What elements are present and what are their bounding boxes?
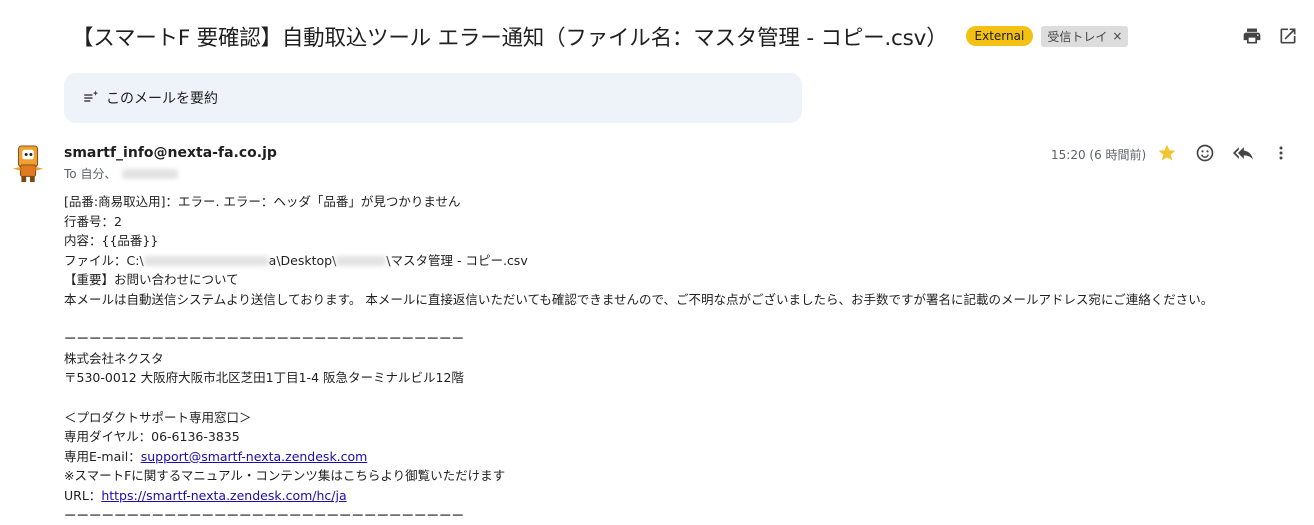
open-in-new-icon[interactable]: [1278, 26, 1298, 50]
file-prefix: ファイル：C:\: [64, 252, 144, 268]
reply-all-icon[interactable]: [1233, 143, 1253, 167]
support-email-line: 専用E-mail：support@smartf-nexta.zendesk.co…: [64, 447, 1213, 467]
recipient-redacted: [122, 168, 179, 179]
print-icon[interactable]: [1242, 26, 1262, 50]
inbox-label: 受信トレイ ×: [1041, 25, 1129, 47]
company-name: 株式会社ネクスタ: [64, 350, 164, 366]
company-address: 〒530-0012 大阪府大阪市北区芝田1丁目1-4 阪急ターミナルビル12階: [64, 370, 464, 386]
content-line: 内容：{{品番}}: [64, 233, 159, 249]
subject-row: 【スマートF 要確認】自動取込ツール エラー通知（ファイル名：マスタ管理 - コ…: [72, 18, 1302, 54]
row-number-line: 行番号：2: [64, 213, 122, 229]
support-email-link[interactable]: support@smartf-nexta.zendesk.com: [141, 449, 368, 464]
signature-divider-top: ーーーーーーーーーーーーーーーーーーーーーーーーーーーーーーーー: [64, 331, 465, 347]
notice-line: 本メールは自動送信システムより送信しております。 本メールに直接返信いただいても…: [64, 291, 1214, 307]
support-dial: 専用ダイヤル：06-6136-3835: [64, 429, 240, 445]
remove-label-button[interactable]: ×: [1112, 29, 1122, 43]
inquiry-heading: 【重要】お問い合わせについて: [64, 272, 239, 288]
signature-divider-bottom: ーーーーーーーーーーーーーーーーーーーーーーーーーーーーーーーー: [64, 507, 465, 523]
recipient-line[interactable]: To 自分、: [64, 165, 179, 182]
file-mid: a\Desktop\: [268, 252, 337, 268]
email-time: 15:20 (6 時間前): [1051, 148, 1147, 162]
summarize-icon: [84, 90, 99, 102]
emoji-icon[interactable]: [1195, 143, 1215, 167]
summarize-label: このメールを要約: [106, 91, 218, 107]
manual-note: ※スマートFに関するマニュアル・コンテンツ集はこちらより御覧いただけます: [64, 468, 506, 484]
support-title: ＜プロダクトサポート専用窓口＞: [64, 409, 252, 425]
email-subject: 【スマートF 要確認】自動取込ツール エラー通知（ファイル名：マスタ管理 - コ…: [72, 25, 948, 51]
recipient-prefix: To 自分、: [64, 167, 117, 181]
file-line: ファイル：C:\ a\Desktop\ \マスタ管理 - コピー.csv: [64, 251, 1213, 271]
summarize-button[interactable]: このメールを要約: [64, 73, 802, 123]
manual-url-link[interactable]: https://smartf-nexta.zendesk.com/hc/ja: [101, 488, 346, 503]
file-redacted-1: [143, 256, 269, 267]
email-body: [品番:商易取込用]：エラー. エラー：ヘッダ「品番」が見つかりません 行番号：…: [64, 192, 1213, 525]
url-prefix: URL：: [64, 487, 102, 503]
file-redacted-2: [336, 256, 387, 267]
support-email-prefix: 専用E-mail：: [64, 448, 141, 464]
top-actions: [1242, 26, 1298, 50]
inbox-label-text: 受信トレイ: [1047, 29, 1108, 44]
star-icon[interactable]: [1157, 143, 1177, 167]
more-vert-icon[interactable]: [1271, 143, 1291, 167]
sender-address[interactable]: smartf_info@nexta-fa.co.jp: [64, 145, 277, 161]
file-suffix: \マスタ管理 - コピー.csv: [386, 252, 528, 268]
url-line: URL：https://smartf-nexta.zendesk.com/hc/…: [64, 486, 1213, 506]
message-actions: [1157, 143, 1291, 167]
error-line: [品番:商易取込用]：エラー. エラー：ヘッダ「品番」が見つかりません: [64, 194, 461, 209]
external-label: External: [965, 26, 1034, 46]
sender-avatar[interactable]: [10, 144, 48, 184]
